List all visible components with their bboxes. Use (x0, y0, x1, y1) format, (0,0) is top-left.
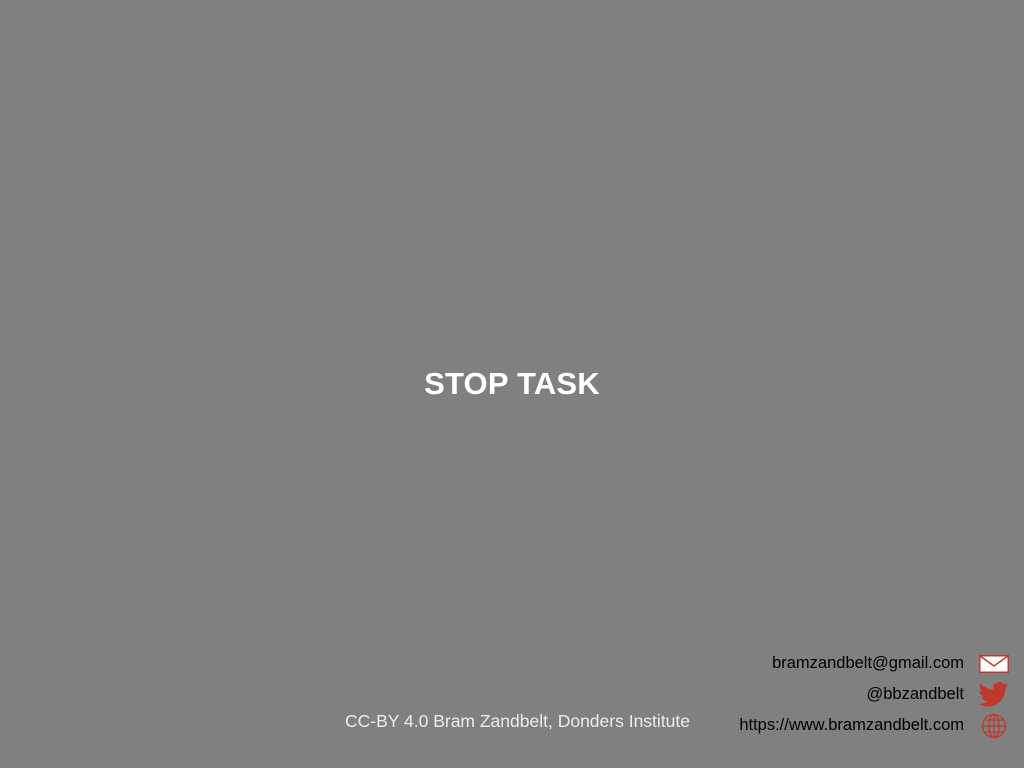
contact-website[interactable]: https://www.bramzandbelt.com (739, 716, 964, 735)
contact-email[interactable]: bramzandbelt@gmail.com (772, 654, 964, 673)
twitter-bird-icon (979, 682, 1009, 707)
slide-title: STOP TASK (424, 366, 600, 401)
slide: STOP TASK CC-BY 4.0 Bram Zandbelt, Donde… (0, 0, 1024, 768)
globe-icon (981, 713, 1007, 739)
envelope-icon (979, 655, 1009, 673)
license-text: CC-BY 4.0 Bram Zandbelt, Donders Institu… (345, 711, 690, 731)
contact-twitter[interactable]: @bbzandbelt (867, 685, 965, 704)
